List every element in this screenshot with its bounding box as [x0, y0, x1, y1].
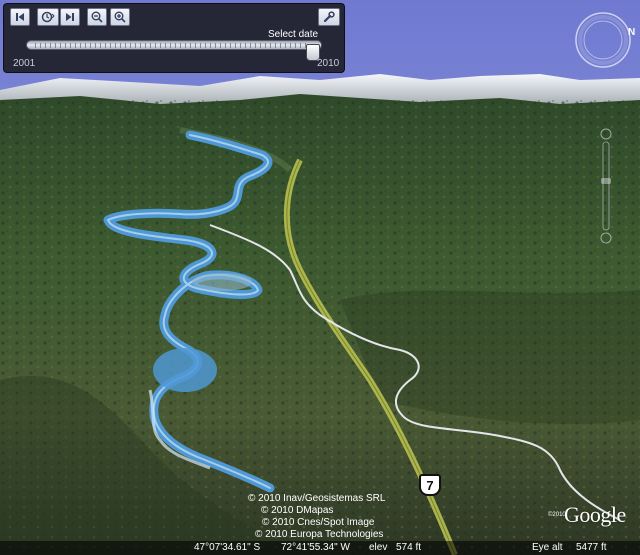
google-logo: Google	[564, 502, 626, 527]
elevation-value: 574 ft	[396, 542, 422, 553]
zoom-in-icon[interactable]	[110, 8, 130, 26]
wrench-icon[interactable]	[318, 8, 340, 26]
zoom-out-icon[interactable]	[87, 8, 107, 26]
longitude-readout: 72°41'55.34" W	[281, 542, 350, 553]
status-bar: 47°07'34.61" S 72°41'55.34" W elev 574 f…	[0, 541, 640, 555]
north-label: N	[628, 27, 636, 38]
eye-alt-value: 5477 ft	[576, 542, 607, 553]
map-attribution: © 2010 Inav/Geosistemas SRL © 2010 DMapa…	[248, 493, 385, 541]
clock-settings-icon[interactable]	[37, 8, 59, 26]
year-start-label: 2001	[13, 58, 36, 69]
route-number: 7	[426, 477, 434, 493]
year-end-label: 2010	[317, 58, 340, 69]
elevation-label: elev	[369, 542, 388, 553]
route-7-shield: 7	[419, 474, 441, 496]
time-slider-panel: Select date 2001 2010	[3, 3, 345, 73]
skip-back-icon[interactable]	[10, 8, 30, 26]
skip-forward-icon[interactable]	[60, 8, 80, 26]
zoom-slider-icon[interactable]	[598, 128, 614, 246]
attribution-line: © 2010 Europa Technologies	[255, 529, 384, 540]
date-slider-ticks	[35, 43, 309, 48]
attribution-line: © 2010 Cnes/Spot Image	[262, 517, 375, 528]
compass-ring-icon[interactable]	[573, 10, 633, 70]
attribution-line: © 2010 Inav/Geosistemas SRL	[248, 493, 386, 504]
eye-alt-label: Eye alt	[532, 542, 563, 553]
attribution-line: © 2010 DMapas	[261, 505, 334, 516]
date-slider-track[interactable]	[26, 40, 322, 50]
latitude-readout: 47°07'34.61" S	[194, 542, 261, 553]
terrain-view[interactable]	[0, 0, 640, 555]
select-date-label: Select date	[268, 29, 319, 40]
